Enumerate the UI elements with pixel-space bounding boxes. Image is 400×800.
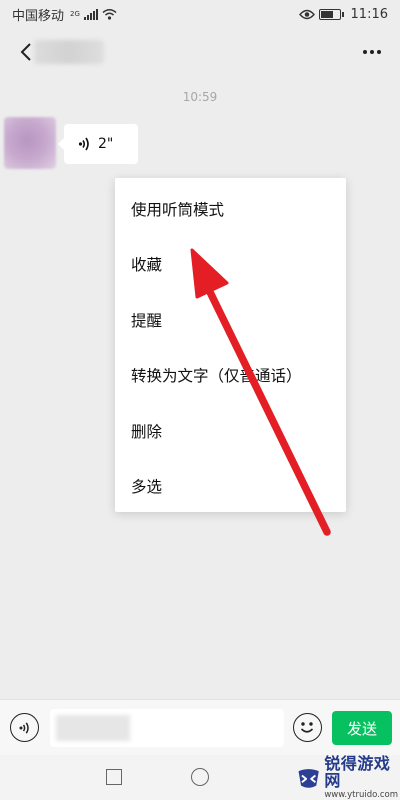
watermark-text: 锐得游戏网 www.ytruido.com bbox=[324, 754, 398, 800]
voice-wave-icon bbox=[78, 137, 89, 151]
emoji-icon bbox=[300, 722, 314, 733]
menu-item-multi-select[interactable]: 多选 bbox=[115, 459, 346, 515]
signal-icon bbox=[83, 8, 98, 20]
voice-message-bubble[interactable]: 2" bbox=[58, 124, 138, 164]
menu-item-label: 收藏 bbox=[131, 256, 163, 275]
watermark-logo-icon bbox=[298, 769, 319, 788]
wifi-icon bbox=[102, 9, 117, 20]
more-icon-dot bbox=[370, 50, 374, 54]
more-button[interactable] bbox=[358, 38, 386, 66]
network-badge: 2G bbox=[70, 10, 80, 18]
watermark-title: 锐得游戏网 bbox=[324, 754, 391, 790]
watermark: 锐得游戏网 www.ytruido.com bbox=[296, 754, 398, 800]
eye-icon bbox=[298, 9, 315, 19]
clock: 11:16 bbox=[350, 6, 388, 22]
context-menu: 使用听筒模式 收藏 提醒 转换为文字（仅普通话） 删除 多选 bbox=[115, 178, 346, 512]
carrier-name: 中国移动 bbox=[12, 8, 65, 24]
input-content-blurred bbox=[56, 715, 130, 741]
menu-item-favorite[interactable]: 收藏 bbox=[115, 237, 346, 293]
menu-item-label: 删除 bbox=[131, 422, 163, 441]
menu-item-remind[interactable]: 提醒 bbox=[115, 292, 346, 348]
more-icon-dot bbox=[363, 50, 367, 54]
contact-name-blurred bbox=[34, 40, 104, 64]
menu-item-delete[interactable]: 删除 bbox=[115, 403, 346, 459]
back-icon bbox=[20, 43, 31, 61]
emoji-button[interactable] bbox=[293, 713, 322, 742]
nav-circle-icon[interactable] bbox=[191, 768, 209, 786]
status-right: 11:16 bbox=[298, 6, 388, 22]
voice-wave-icon bbox=[19, 721, 29, 734]
message-input[interactable] bbox=[50, 709, 284, 747]
input-bar: 发送 bbox=[0, 699, 400, 755]
nav-square-icon[interactable] bbox=[106, 769, 122, 785]
watermark-url: www.ytruido.com bbox=[324, 789, 398, 800]
voice-duration: 2" bbox=[98, 136, 114, 152]
battery-icon bbox=[318, 8, 344, 20]
menu-item-convert-to-text[interactable]: 转换为文字（仅普通话） bbox=[115, 348, 346, 404]
menu-item-earpiece-mode[interactable]: 使用听筒模式 bbox=[115, 181, 346, 237]
message-timestamp: 10:59 bbox=[182, 90, 218, 104]
voice-input-toggle[interactable] bbox=[10, 713, 39, 742]
status-bar: 中国移动 2G 11:16 bbox=[0, 0, 400, 28]
more-icon-dot bbox=[377, 50, 381, 54]
status-left: 中国移动 2G bbox=[12, 5, 117, 24]
menu-item-label: 使用听筒模式 bbox=[131, 200, 225, 219]
avatar[interactable] bbox=[4, 117, 56, 169]
send-button[interactable]: 发送 bbox=[332, 711, 392, 745]
menu-item-label: 多选 bbox=[131, 478, 163, 497]
menu-item-label: 转换为文字（仅普通话） bbox=[131, 367, 302, 386]
chat-header bbox=[0, 28, 400, 76]
menu-item-label: 提醒 bbox=[131, 311, 163, 330]
